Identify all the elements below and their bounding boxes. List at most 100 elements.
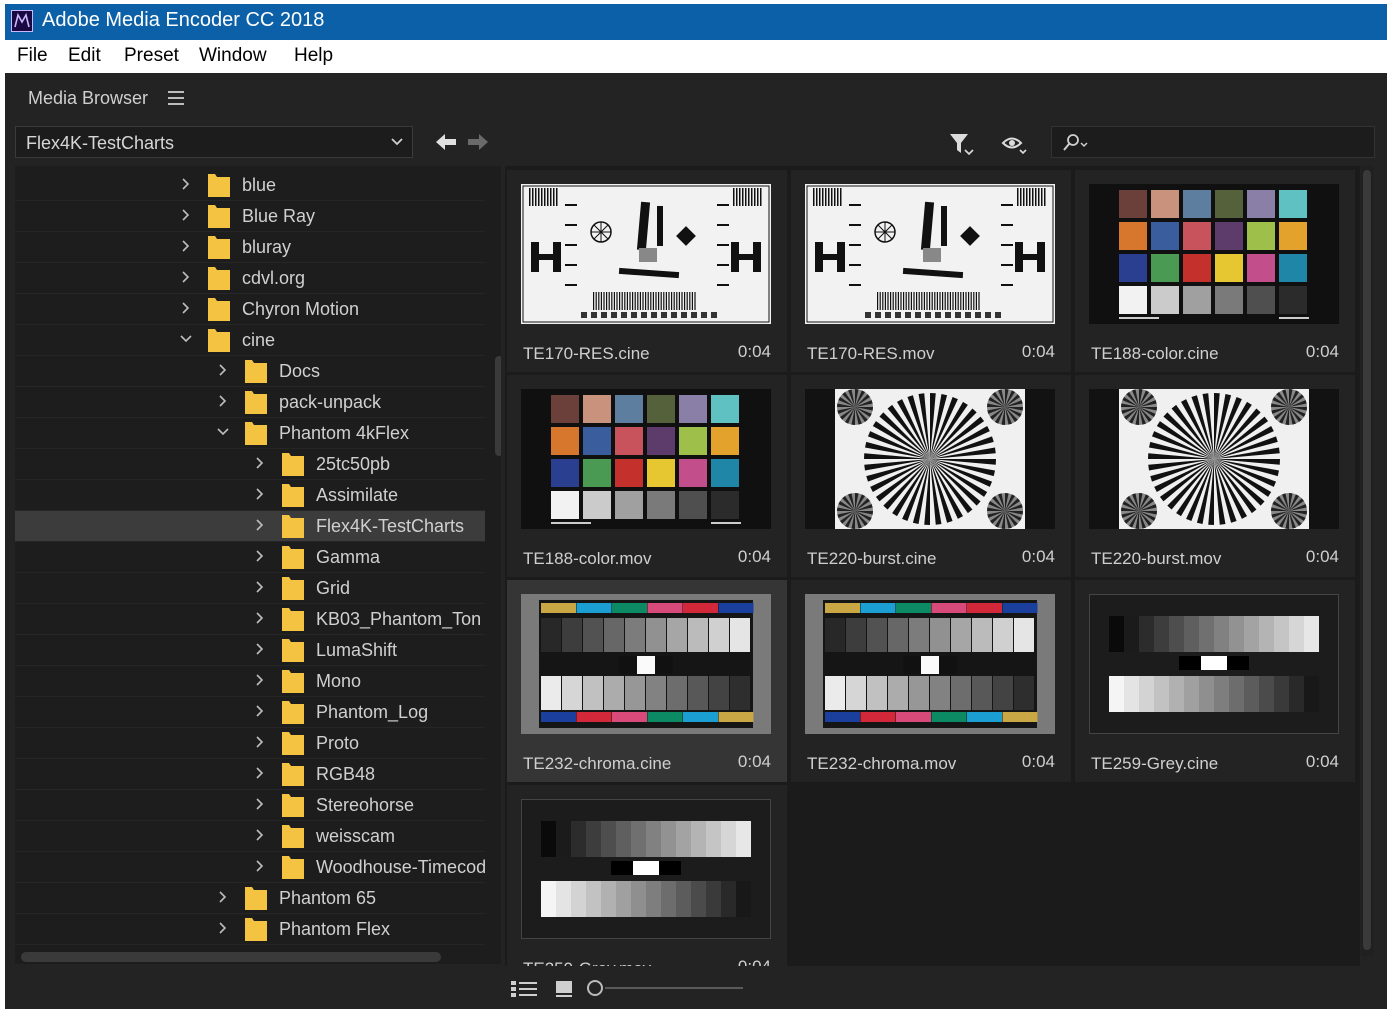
- thumbnail-image: [1089, 184, 1339, 324]
- grid-vertical-scrollbar[interactable]: [1361, 166, 1373, 956]
- media-thumbnail[interactable]: TE170-RES.cine 0:04: [507, 170, 787, 372]
- tree-row[interactable]: KB03_Phantom_Ton: [15, 604, 485, 635]
- thumbnail-grid[interactable]: TE170-RES.cine 0:04 TE170-RES.mov 0:04 TE188…: [505, 166, 1360, 966]
- chevron-right-icon[interactable]: [254, 518, 266, 532]
- folder-icon: [282, 670, 304, 693]
- thumbnail-image: [1089, 389, 1339, 529]
- panel-title[interactable]: Media Browser: [28, 88, 148, 109]
- zoom-slider[interactable]: [587, 980, 747, 996]
- search-input[interactable]: [1096, 131, 1370, 155]
- list-view-icon[interactable]: [510, 980, 538, 998]
- media-thumbnail[interactable]: TE232-chroma.cine 0:04: [507, 580, 787, 782]
- chevron-down-icon[interactable]: [217, 425, 229, 439]
- tree-row[interactable]: blue: [15, 170, 485, 201]
- hamburger-icon[interactable]: [168, 91, 184, 105]
- tree-row[interactable]: pack-unpack: [15, 387, 485, 418]
- folder-tree[interactable]: blue Blue Ray bluray cdvl.org Chyron Motion c…: [15, 166, 501, 964]
- tree-row-label: Blue Ray: [242, 206, 316, 226]
- tree-row[interactable]: Gamma: [15, 542, 485, 573]
- tree-row[interactable]: Assimilate: [15, 480, 485, 511]
- chevron-down-icon[interactable]: [180, 332, 192, 346]
- tree-row[interactable]: Woodhouse-Timecod: [15, 852, 485, 883]
- tree-row[interactable]: Flex4K-TestCharts: [15, 511, 485, 542]
- zoom-slider-thumb[interactable]: [587, 980, 603, 996]
- file-duration: 0:04: [1305, 752, 1339, 771]
- tree-row[interactable]: Chyron Motion: [15, 294, 485, 325]
- file-duration: 0:04: [1021, 547, 1055, 566]
- chevron-right-icon[interactable]: [180, 270, 192, 284]
- chevron-right-icon[interactable]: [254, 549, 266, 563]
- tree-row[interactable]: RGB48: [15, 759, 485, 790]
- tree-row[interactable]: Phantom 65: [15, 883, 485, 914]
- menu-window[interactable]: Window: [199, 45, 267, 67]
- chevron-right-icon[interactable]: [254, 766, 266, 780]
- chevron-right-icon[interactable]: [217, 363, 229, 377]
- tree-row[interactable]: cine: [15, 325, 485, 356]
- tree-vertical-scrollbar[interactable]: [495, 356, 501, 456]
- file-name: TE188-color.cine: [1091, 344, 1219, 363]
- app-window: Adobe Media Encoder CC 2018 File Edit Pr…: [5, 4, 1387, 1009]
- menu-file[interactable]: File: [17, 45, 48, 67]
- filter-icon[interactable]: [948, 132, 974, 156]
- chevron-right-icon[interactable]: [254, 611, 266, 625]
- tree-row[interactable]: Grid: [15, 573, 485, 604]
- tree-row-label: Flex4K-TestCharts: [316, 516, 465, 536]
- chevron-right-icon[interactable]: [217, 394, 229, 408]
- chevron-right-icon[interactable]: [180, 301, 192, 315]
- media-encoder-icon: [11, 10, 33, 32]
- media-thumbnail[interactable]: TE188-color.cine 0:04: [1075, 170, 1355, 372]
- chevron-right-icon[interactable]: [254, 735, 266, 749]
- eye-icon[interactable]: [1001, 134, 1029, 156]
- chevron-right-icon[interactable]: [254, 673, 266, 687]
- search-box[interactable]: [1051, 126, 1375, 158]
- folder-icon: [208, 298, 230, 321]
- chevron-right-icon[interactable]: [180, 208, 192, 222]
- tree-row[interactable]: Phantom_Log: [15, 697, 485, 728]
- chevron-right-icon[interactable]: [254, 859, 266, 873]
- media-thumbnail[interactable]: TE220-burst.cine 0:04: [791, 375, 1071, 577]
- media-thumbnail[interactable]: TE170-RES.mov 0:04: [791, 170, 1071, 372]
- tree-row[interactable]: bluray: [15, 232, 485, 263]
- tree-row[interactable]: Mono: [15, 666, 485, 697]
- menu-help[interactable]: Help: [294, 45, 333, 67]
- back-arrow-icon[interactable]: [435, 132, 457, 152]
- chevron-right-icon[interactable]: [254, 580, 266, 594]
- media-thumbnail[interactable]: TE188-color.mov 0:04: [507, 375, 787, 577]
- tree-row[interactable]: Phantom Flex: [15, 914, 485, 945]
- media-thumbnail[interactable]: TE232-chroma.mov 0:04: [791, 580, 1071, 782]
- tree-row[interactable]: Stereohorse: [15, 790, 485, 821]
- media-thumbnail[interactable]: TE220-burst.mov 0:04: [1075, 375, 1355, 577]
- location-dropdown[interactable]: Flex4K-TestCharts: [15, 126, 413, 158]
- menu-preset[interactable]: Preset: [124, 45, 179, 67]
- chevron-right-icon[interactable]: [254, 642, 266, 656]
- chevron-right-icon[interactable]: [180, 239, 192, 253]
- tree-row-label: cdvl.org: [242, 268, 306, 288]
- chevron-right-icon[interactable]: [180, 177, 192, 191]
- media-thumbnail[interactable]: TE259-Grey.cine 0:04: [1075, 580, 1355, 782]
- forward-arrow-icon[interactable]: [467, 132, 489, 152]
- tree-row[interactable]: cdvl.org: [15, 263, 485, 294]
- folder-icon: [282, 577, 304, 600]
- tree-row-label: Phantom_Log: [316, 702, 429, 722]
- tree-row[interactable]: Proto: [15, 728, 485, 759]
- chevron-right-icon[interactable]: [254, 797, 266, 811]
- chevron-right-icon[interactable]: [217, 921, 229, 935]
- menu-edit[interactable]: Edit: [68, 45, 101, 67]
- tree-horizontal-scrollbar[interactable]: [21, 952, 441, 962]
- tree-row[interactable]: 25tc50pb: [15, 449, 485, 480]
- chevron-right-icon[interactable]: [254, 487, 266, 501]
- tree-row[interactable]: Blue Ray: [15, 201, 485, 232]
- tree-row[interactable]: LumaShift: [15, 635, 485, 666]
- chevron-right-icon[interactable]: [254, 456, 266, 470]
- icon-view-icon[interactable]: [555, 980, 575, 998]
- tree-row[interactable]: weisscam: [15, 821, 485, 852]
- folder-icon: [208, 329, 230, 352]
- folder-icon: [245, 422, 267, 445]
- file-duration: 0:04: [1021, 752, 1055, 771]
- tree-row[interactable]: Phantom 4kFlex: [15, 418, 485, 449]
- chevron-right-icon[interactable]: [217, 890, 229, 904]
- chevron-right-icon[interactable]: [254, 704, 266, 718]
- chevron-right-icon[interactable]: [254, 828, 266, 842]
- media-thumbnail[interactable]: TE259-Grey.mov 0:04: [507, 785, 787, 966]
- tree-row[interactable]: Docs: [15, 356, 485, 387]
